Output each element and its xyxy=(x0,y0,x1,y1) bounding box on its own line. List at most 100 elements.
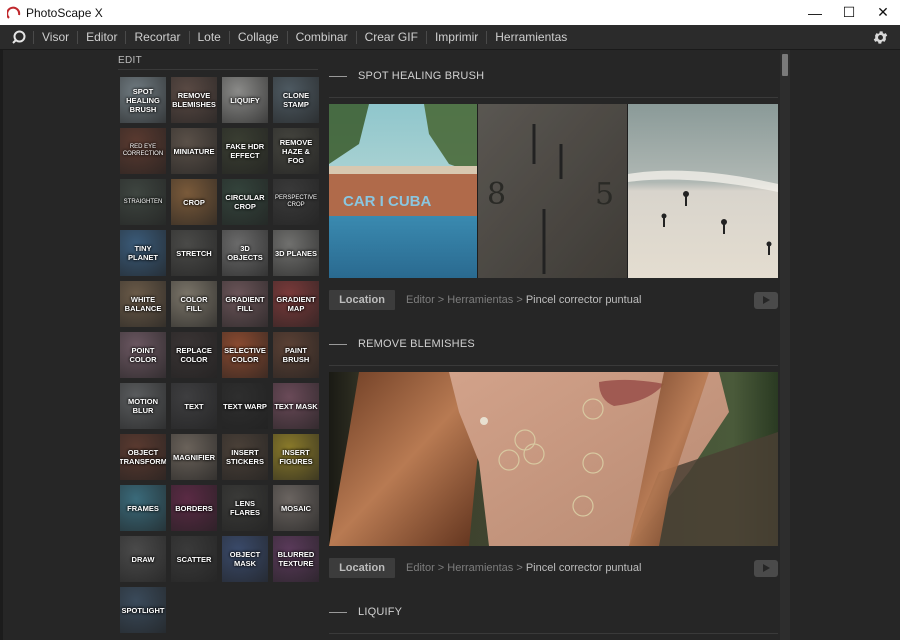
tool-object-transform[interactable]: OBJECT TRANSFORM xyxy=(120,434,166,480)
tool-label: TEXT MASK xyxy=(274,401,318,411)
gear-icon[interactable] xyxy=(872,29,889,46)
breadcrumb-current[interactable]: Pincel corrector puntual xyxy=(526,294,642,306)
tool-insert-stickers[interactable]: INSERT STICKERS xyxy=(222,434,268,480)
breadcrumb: Editor > Herramientas > Pincel corrector… xyxy=(406,294,641,306)
photoscape-ring-icon[interactable] xyxy=(11,29,27,45)
divider xyxy=(329,633,778,634)
tool-label: FRAMES xyxy=(127,503,159,513)
tool-label: REMOVE HAZE & FOG xyxy=(279,137,313,165)
tool-label: REPLACE COLOR xyxy=(176,346,212,364)
tool-fake-hdr-effect[interactable]: FAKE HDR EFFECT xyxy=(222,128,268,174)
tool-remove-haze-and-fog[interactable]: REMOVE HAZE & FOG xyxy=(273,128,319,174)
tool-magnifier[interactable]: MAGNIFIER xyxy=(171,434,217,480)
tool-3d-planes[interactable]: 3D PLANES xyxy=(273,230,319,276)
tool-borders[interactable]: BORDERS xyxy=(171,485,217,531)
tool-label: MOTION BLUR xyxy=(128,397,158,415)
menu-imprimir[interactable]: Imprimir xyxy=(425,30,486,44)
section-header: REMOVE BLEMISHES xyxy=(329,338,475,350)
right-panel xyxy=(790,50,900,640)
divider xyxy=(329,365,778,366)
menu-herramientas[interactable]: Herramientas xyxy=(486,30,575,44)
main-menu-bar: Visor Editor Recortar Lote Collage Combi… xyxy=(0,25,900,50)
tool-label: REMOVE BLEMISHES xyxy=(172,91,216,109)
location-button[interactable]: Location xyxy=(329,290,395,310)
tool-frames[interactable]: FRAMES xyxy=(120,485,166,531)
cuba-sign-text: CAR I CUBA xyxy=(343,193,431,210)
menu-editor[interactable]: Editor xyxy=(77,30,125,44)
menu-combinar[interactable]: Combinar xyxy=(286,30,356,44)
tool-3d-objects[interactable]: 3D OBJECTS xyxy=(222,230,268,276)
tool-label: POINT COLOR xyxy=(129,346,157,364)
tool-label: CROP xyxy=(183,197,205,207)
vertical-scrollbar[interactable] xyxy=(780,50,790,640)
tool-object-mask[interactable]: OBJECT MASK xyxy=(222,536,268,582)
divider xyxy=(118,69,318,70)
menu-visor[interactable]: Visor xyxy=(33,30,77,44)
tool-label: DRAW xyxy=(131,554,155,564)
tool-point-color[interactable]: POINT COLOR xyxy=(120,332,166,378)
tool-draw[interactable]: DRAW xyxy=(120,536,166,582)
divider xyxy=(329,97,778,98)
tool-gradient-map[interactable]: GRADIENT MAP xyxy=(273,281,319,327)
tool-spot-healing-brush[interactable]: SPOT HEALING BRUSH xyxy=(120,77,166,123)
close-button[interactable]: ✕ xyxy=(866,0,900,25)
location-button[interactable]: Location xyxy=(329,558,395,578)
maximize-button[interactable]: ☐ xyxy=(832,0,866,25)
tool-label: SCATTER xyxy=(176,554,212,564)
tool-text-mask[interactable]: TEXT MASK xyxy=(273,383,319,429)
tool-color-fill[interactable]: COLOR FILL xyxy=(171,281,217,327)
left-edge xyxy=(0,50,3,640)
tool-crop[interactable]: CROP xyxy=(171,179,217,225)
tool-perspective-crop[interactable]: PERSPECTIVE CROP xyxy=(273,179,319,225)
play-icon xyxy=(763,296,770,304)
menu-collage[interactable]: Collage xyxy=(228,30,287,44)
tool-label: TINY PLANET xyxy=(128,244,158,262)
wall-number-8: 8 xyxy=(487,177,506,212)
play-video-button[interactable] xyxy=(754,559,778,577)
minimize-button[interactable]: — xyxy=(798,0,832,25)
tool-red-eye-correction[interactable]: RED EYE CORRECTION xyxy=(120,128,166,174)
tool-label: TEXT WARP xyxy=(223,401,267,411)
tool-straighten[interactable]: STRAIGHTEN xyxy=(120,179,166,225)
tool-tiny-planet[interactable]: TINY PLANET xyxy=(120,230,166,276)
tool-label: OBJECT TRANSFORM xyxy=(120,448,166,466)
tool-spotlight[interactable]: SPOTLIGHT xyxy=(120,587,166,633)
tool-replace-color[interactable]: REPLACE COLOR xyxy=(171,332,217,378)
section-title: SPOT HEALING BRUSH xyxy=(358,70,485,82)
tool-label: MOSAIC xyxy=(281,503,311,513)
tool-lens-flares[interactable]: LENS FLARES xyxy=(222,485,268,531)
tool-mosaic[interactable]: MOSAIC xyxy=(273,485,319,531)
menu-crear-gif[interactable]: Crear GIF xyxy=(355,30,426,44)
tool-motion-blur[interactable]: MOTION BLUR xyxy=(120,383,166,429)
tool-miniature[interactable]: MINIATURE xyxy=(171,128,217,174)
tool-clone-stamp[interactable]: CLONE STAMP xyxy=(273,77,319,123)
tool-label: MINIATURE xyxy=(173,146,215,156)
menu-lote[interactable]: Lote xyxy=(188,30,229,44)
tool-label: LIQUIFY xyxy=(230,95,260,105)
tool-blurred-texture[interactable]: BLURRED TEXTURE xyxy=(273,536,319,582)
tool-remove-blemishes[interactable]: REMOVE BLEMISHES xyxy=(171,77,217,123)
scrollbar-thumb[interactable] xyxy=(782,54,788,76)
play-video-button[interactable] xyxy=(754,291,778,309)
main-area: EDIT SPOT HEALING BRUSH REMOVE BLEMISHES L… xyxy=(0,50,900,640)
tool-liquify[interactable]: LIQUIFY xyxy=(222,77,268,123)
tool-white-balance[interactable]: WHITE BALANCE xyxy=(120,281,166,327)
tool-selective-color[interactable]: SELECTIVE COLOR xyxy=(222,332,268,378)
tool-stretch[interactable]: STRETCH xyxy=(171,230,217,276)
tool-insert-figures[interactable]: INSERT FIGURES xyxy=(273,434,319,480)
tool-label: FAKE HDR EFFECT xyxy=(225,142,265,160)
menu-recortar[interactable]: Recortar xyxy=(125,30,188,44)
tool-label: STRAIGHTEN xyxy=(123,198,163,205)
tool-circular-crop[interactable]: CIRCULAR CROP xyxy=(222,179,268,225)
tool-label: SELECTIVE COLOR xyxy=(224,346,266,364)
tool-text[interactable]: TEXT xyxy=(171,383,217,429)
tool-text-warp[interactable]: TEXT WARP xyxy=(222,383,268,429)
breadcrumb-current[interactable]: Pincel corrector puntual xyxy=(526,562,642,574)
tool-label: 3D PLANES xyxy=(274,248,318,258)
tool-paint-brush[interactable]: PAINT BRUSH xyxy=(273,332,319,378)
tool-gradient-fill[interactable]: GRADIENT FILL xyxy=(222,281,268,327)
tool-label: 3D OBJECTS xyxy=(227,244,263,262)
location-row: Location Editor > Herramientas > Pincel … xyxy=(329,558,778,578)
tool-label: BLURRED TEXTURE xyxy=(277,550,315,568)
tool-scatter[interactable]: SCATTER xyxy=(171,536,217,582)
